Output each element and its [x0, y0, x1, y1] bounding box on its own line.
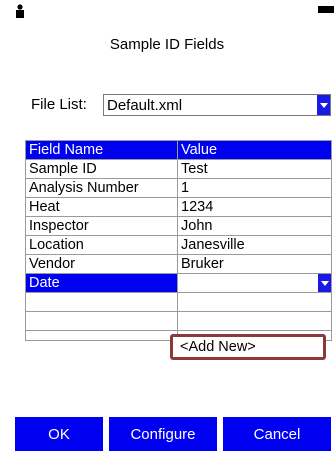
field-value-cell[interactable]: Janesville: [177, 235, 332, 255]
field-value-cell[interactable]: Test: [177, 159, 332, 179]
field-name-cell[interactable]: Inspector: [25, 216, 178, 236]
empty-cell[interactable]: [177, 311, 332, 331]
table-row-selected[interactable]: Date: [25, 273, 332, 293]
table-row-empty[interactable]: [25, 292, 332, 312]
field-name-cell[interactable]: Heat: [25, 197, 178, 217]
file-list-select[interactable]: Default.xml: [103, 94, 331, 116]
file-list-value: Default.xml: [107, 97, 183, 114]
user-icon: [16, 4, 24, 18]
field-name-cell[interactable]: Date: [25, 273, 178, 293]
column-header-value[interactable]: Value: [177, 140, 332, 160]
ok-button[interactable]: OK: [15, 417, 103, 451]
date-value-select[interactable]: [177, 273, 332, 293]
table-row[interactable]: Sample ID Test: [25, 159, 332, 179]
add-new-option[interactable]: <Add New>: [170, 334, 326, 360]
cancel-button[interactable]: Cancel: [223, 417, 331, 451]
empty-cell[interactable]: [25, 330, 178, 341]
page-title: Sample ID Fields: [109, 36, 225, 53]
empty-cell[interactable]: [177, 292, 332, 312]
battery-icon: [318, 6, 334, 13]
field-name-cell[interactable]: Analysis Number: [25, 178, 178, 198]
table-row[interactable]: Analysis Number 1: [25, 178, 332, 198]
table-row-empty[interactable]: [25, 311, 332, 331]
configure-button[interactable]: Configure: [109, 417, 217, 451]
field-name-cell[interactable]: Vendor: [25, 254, 178, 274]
table-row[interactable]: Heat 1234: [25, 197, 332, 217]
table-row[interactable]: Inspector John: [25, 216, 332, 236]
file-list-label: File List:: [31, 96, 87, 113]
empty-cell[interactable]: [25, 311, 178, 331]
field-value-cell[interactable]: 1: [177, 178, 332, 198]
table-header-row: Field Name Value: [25, 140, 332, 160]
field-value-cell[interactable]: John: [177, 216, 332, 236]
field-name-cell[interactable]: Location: [25, 235, 178, 255]
field-value-cell[interactable]: 1234: [177, 197, 332, 217]
table-row[interactable]: Vendor Bruker: [25, 254, 332, 274]
empty-cell[interactable]: [25, 292, 178, 312]
table-row[interactable]: Location Janesville: [25, 235, 332, 255]
chevron-down-icon[interactable]: [316, 95, 330, 115]
column-header-field-name[interactable]: Field Name: [25, 140, 178, 160]
sample-id-fields-table: Field Name Value Sample ID Test Analysis…: [25, 140, 332, 341]
field-name-cell[interactable]: Sample ID: [25, 159, 178, 179]
chevron-down-icon[interactable]: [317, 274, 331, 292]
field-value-cell[interactable]: Bruker: [177, 254, 332, 274]
